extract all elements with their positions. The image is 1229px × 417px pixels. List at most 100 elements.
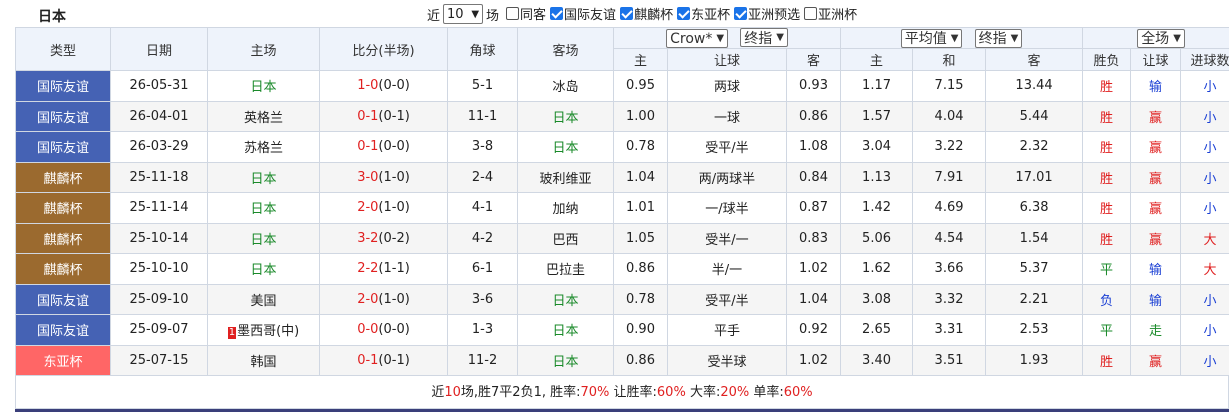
- filter-label: 亚洲预选: [748, 8, 801, 23]
- away-team[interactable]: 巴西: [517, 222, 614, 254]
- table-row[interactable]: 国际友谊 25-09-10 美国 2-0(1-0) 3-6 日本 0.78 受平/半 1.04 3…: [15, 283, 1229, 315]
- handicap-line: 受半/一: [667, 222, 787, 254]
- score-cell[interactable]: 2-0(1-0): [319, 283, 448, 315]
- matches-unit-label: 场: [486, 8, 500, 24]
- chevron-down-icon: ▼: [1173, 32, 1181, 44]
- match-date: 25-10-14: [110, 222, 208, 254]
- summary-odd-label: 单率:: [749, 385, 784, 400]
- away-team[interactable]: 加纳: [517, 192, 614, 224]
- score-cell[interactable]: 0-1(0-1): [319, 344, 448, 376]
- table-row[interactable]: 国际友谊 26-05-31 日本 1-0(0-0) 5-1 冰岛 0.95 两球 0.93 1.1…: [15, 70, 1229, 102]
- filter-item[interactable]: 亚洲杯: [800, 4, 857, 23]
- filter-checkbox[interactable]: [620, 7, 634, 20]
- filter-label: 国际友谊: [564, 8, 617, 23]
- euro-odds-header: 平均值 ▼ 终指 ▼: [840, 27, 1084, 49]
- home-team[interactable]: 日本: [207, 253, 320, 285]
- handicap-away-odds: 0.87: [785, 192, 842, 224]
- score-cell[interactable]: 0-0(0-0): [319, 314, 448, 346]
- home-team[interactable]: 英格兰: [207, 100, 320, 132]
- handicap-odds-type-select[interactable]: 终指 ▼: [740, 28, 788, 47]
- odds-away: 1.54: [985, 222, 1084, 254]
- win-loss-result: 负: [1082, 283, 1132, 315]
- away-team[interactable]: 日本: [517, 100, 614, 132]
- away-team[interactable]: 玻利维亚: [517, 161, 614, 193]
- col-odds-away: 客: [985, 48, 1084, 71]
- half-time-score: (0-1): [378, 352, 410, 368]
- handicap-away-odds: 0.83: [785, 222, 842, 254]
- away-team[interactable]: 日本: [517, 131, 614, 163]
- home-team[interactable]: 苏格兰: [207, 131, 320, 163]
- filter-item[interactable]: 亚洲预选: [730, 4, 800, 23]
- home-team-name: 美国: [250, 293, 277, 309]
- handicap-line: 一/球半: [667, 192, 787, 224]
- odds-draw: 7.15: [912, 70, 987, 102]
- table-row[interactable]: 麒麟杯 25-10-10 日本 2-2(1-1) 6-1 巴拉圭 0.86 半/一 1.02 1.…: [15, 253, 1229, 285]
- win-loss-result: 胜: [1082, 192, 1132, 224]
- company-select[interactable]: Crow* ▼: [666, 29, 729, 48]
- full-time-score: 0-1: [357, 139, 379, 155]
- odds-draw: 4.04: [912, 100, 987, 132]
- average-select[interactable]: 平均值 ▼: [900, 28, 963, 48]
- handicap-line: 半/一: [667, 253, 787, 285]
- table-row[interactable]: 国际友谊 26-03-29 苏格兰 0-1(0-0) 3-8 日本 0.78 受平/半 1.08…: [15, 131, 1229, 163]
- score-cell[interactable]: 0-1(0-0): [319, 131, 448, 163]
- corners: 5-1: [447, 70, 518, 102]
- euro-odds-type-select[interactable]: 终指 ▼: [974, 28, 1023, 48]
- filter-item[interactable]: 东亚杯: [673, 4, 730, 23]
- recent-count-select[interactable]: 10 ▼: [443, 4, 484, 24]
- filter-item[interactable]: 同客: [502, 4, 546, 23]
- odds-draw: 3.31: [912, 314, 987, 346]
- home-team[interactable]: 日本: [207, 161, 320, 193]
- filter-checkbox[interactable]: [506, 7, 520, 20]
- score-cell[interactable]: 2-0(1-0): [319, 192, 448, 224]
- corners: 11-2: [447, 344, 518, 376]
- corners: 4-2: [447, 222, 518, 254]
- score-cell[interactable]: 1-0(0-0): [319, 70, 448, 102]
- handicap-line: 受半球: [667, 344, 787, 376]
- half-time-score: (1-1): [378, 261, 410, 277]
- home-team[interactable]: 韩国: [207, 344, 320, 376]
- filter-checkbox[interactable]: [734, 7, 748, 20]
- score-cell[interactable]: 3-2(0-2): [319, 222, 448, 254]
- score-cell[interactable]: 0-1(0-1): [319, 100, 448, 132]
- league-badge: 麒麟杯: [15, 192, 111, 224]
- home-team[interactable]: 1 墨西哥(中): [207, 314, 320, 346]
- filter-checkbox[interactable]: [677, 7, 691, 20]
- score-cell[interactable]: 3-0(1-0): [319, 161, 448, 193]
- summary-over-label: 大率:: [685, 385, 721, 400]
- chevron-down-icon: ▼: [1010, 32, 1019, 44]
- team-title: 日本: [38, 9, 66, 25]
- chevron-down-icon: ▼: [716, 33, 725, 44]
- home-team[interactable]: 日本: [207, 222, 320, 254]
- score-cell[interactable]: 2-2(1-1): [319, 253, 448, 285]
- away-team[interactable]: 日本: [517, 283, 614, 315]
- filter-controls: 近 10 ▼ 场 同客 国际友谊 麒麟杯 东亚杯 亚洲预选 亚洲杯: [424, 4, 857, 24]
- away-team[interactable]: 日本: [517, 344, 614, 376]
- table-row[interactable]: 国际友谊 26-04-01 英格兰 0-1(0-1) 11-1 日本 1.00 一球 0.86 1…: [15, 100, 1229, 132]
- summary-count: 10: [444, 385, 461, 400]
- table-row[interactable]: 麒麟杯 25-10-14 日本 3-2(0-2) 4-2 巴西 1.05 受半/一 0.83 5.…: [15, 222, 1229, 254]
- away-team[interactable]: 日本: [517, 314, 614, 346]
- away-team[interactable]: 冰岛: [517, 70, 614, 102]
- half-time-score: (0-2): [378, 230, 410, 246]
- home-team[interactable]: 美国: [207, 283, 320, 315]
- col-handicap-result: 让球: [1130, 48, 1182, 71]
- filter-checkbox[interactable]: [550, 7, 564, 20]
- home-team[interactable]: 日本: [207, 192, 320, 224]
- odds-away: 13.44: [985, 70, 1084, 102]
- table-row[interactable]: 麒麟杯 25-11-14 日本 2-0(1-0) 4-1 加纳 1.01 一/球半 0.87 1.…: [15, 192, 1229, 224]
- away-team[interactable]: 巴拉圭: [517, 253, 614, 285]
- full-time-score: 3-0: [357, 169, 379, 185]
- half-time-score: (0-0): [378, 78, 410, 94]
- col-handicap-away: 客: [785, 48, 842, 71]
- table-row[interactable]: 国际友谊 25-09-07 1 墨西哥(中) 0-0(0-0) 1-3 日本 0.90 平手 0.…: [15, 314, 1229, 346]
- filter-checkbox[interactable]: [804, 7, 818, 20]
- filter-bar: 日本 近 10 ▼ 场 同客 国际友谊 麒麟杯 东亚杯 亚洲预选 亚洲杯: [0, 0, 1229, 28]
- table-row[interactable]: 东亚杯 25-07-15 韩国 0-1(0-1) 11-2 日本 0.86 受半球 1.02 3.…: [15, 344, 1229, 376]
- filter-item[interactable]: 麒麟杯: [616, 4, 673, 23]
- win-loss-result: 胜: [1082, 100, 1132, 132]
- table-row[interactable]: 麒麟杯 25-11-18 日本 3-0(1-0) 2-4 玻利维亚 1.04 两/两球半 0.8…: [15, 161, 1229, 193]
- scope-select[interactable]: 全场 ▼: [1137, 28, 1185, 48]
- filter-item[interactable]: 国际友谊: [546, 4, 616, 23]
- home-team[interactable]: 日本: [207, 70, 320, 102]
